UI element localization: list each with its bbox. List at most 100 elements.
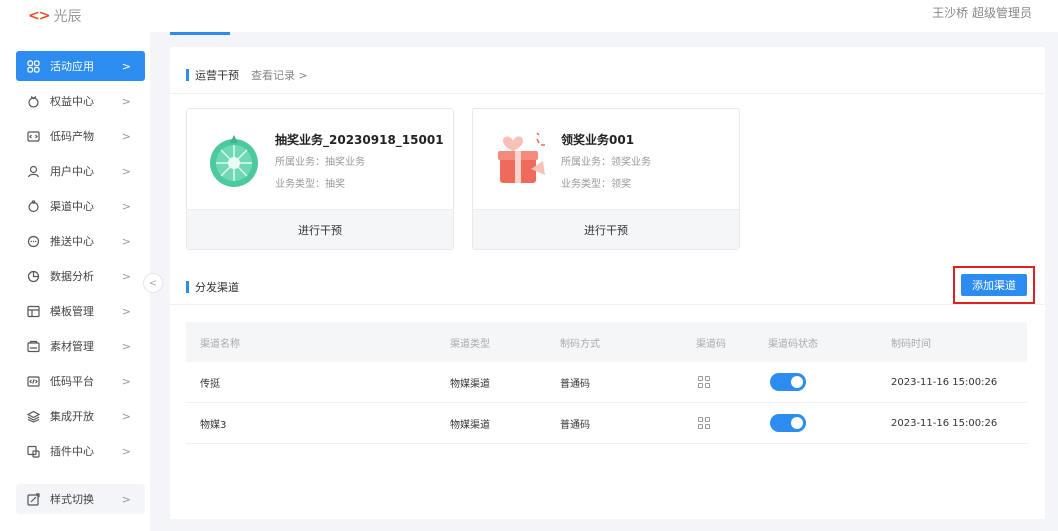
sidebar-item-label: 低码平台 [50,375,94,388]
table-header: 渠道名称 渠道类型 制码方式 渠道码 渠道码状态 制码时间 [186,322,1027,362]
sidebar-item-label: 样式切换 [50,493,94,506]
channels-title: 分发渠道 [195,281,239,294]
business-name: 领奖业务001 [561,133,635,147]
chevron-right-icon: > [121,339,131,353]
sidebar-item-label: 素材管理 [50,340,94,353]
view-records-link[interactable]: 查看记录 > [251,67,308,83]
business-type: 业务类型：领奖 [561,179,631,190]
sidebar-item-integration[interactable]: 集成开放 > [16,401,145,431]
table-row: 物媒3 物媒渠道 普通码 2023-11-16 15:00:26 [186,403,1027,444]
channel-name: 物媒3 [200,419,227,431]
code-time: 2023-11-16 15:00:26 [891,376,998,388]
logo-mark: <> [28,8,50,24]
sidebar-collapse-button[interactable]: < [143,273,163,293]
main-panel: 运营干预 查看记录 > 抽奖业务_20230918_15001 所属业务：抽奖业… [170,47,1045,519]
status-toggle[interactable] [770,403,806,443]
sidebar-item-lowcode-products[interactable]: 低码产物 > [16,121,145,151]
add-channel-button[interactable]: 添加渠道 [961,274,1027,296]
style-switch-icon [26,492,40,506]
gift-icon [26,94,40,108]
sidebar-item-label: 集成开放 [50,410,94,423]
chevron-right-icon: > [121,269,131,283]
sidebar-item-label: 活动应用 [50,60,94,73]
sidebar-item-push[interactable]: 推送中心 > [16,226,145,256]
business-card: 抽奖业务_20230918_15001 所属业务：抽奖业务 业务类型：抽奖 进行… [186,108,454,250]
material-icon [26,339,40,353]
sidebar-item-label: 用户中心 [50,165,94,178]
chevron-right-icon: > [121,199,131,213]
lottery-wheel-image [205,131,263,189]
channel-icon [26,199,40,213]
chevron-right-icon: > [121,409,131,423]
sidebar-item-lowcode-platform[interactable]: 低码平台 > [16,366,145,396]
code-icon [26,129,40,143]
logo[interactable]: <> 光辰 [28,6,81,26]
column-header: 制码时间 [891,338,931,350]
sidebar-item-benefits[interactable]: 权益中心 > [16,86,145,116]
sidebar-item-templates[interactable]: 模板管理 > [16,296,145,326]
sidebar-item-style-switch[interactable]: 样式切换 > [16,484,145,514]
template-icon [26,304,40,318]
column-header: 渠道码 [696,338,726,350]
intervene-button[interactable]: 进行干预 [473,209,739,249]
column-header: 渠道类型 [450,338,490,350]
channels-table: 渠道名称 渠道类型 制码方式 渠道码 渠道码状态 制码时间 传挺 物媒渠道 普通… [186,322,1027,444]
chevron-right-icon: > [121,304,131,318]
sidebar-item-label: 数据分析 [50,270,94,283]
gift-box-image [491,131,549,189]
user-icon [26,164,40,178]
channel-type: 物媒渠道 [450,378,490,390]
column-header: 制码方式 [560,338,600,350]
sidebar-item-label: 低码产物 [50,130,94,143]
channel-type: 物媒渠道 [450,419,490,431]
code-time: 2023-11-16 15:00:26 [891,417,998,429]
intervene-button[interactable]: 进行干预 [187,209,453,249]
business-category: 所属业务：领奖业务 [561,157,651,168]
sidebar-item-activity-apps[interactable]: 活动应用 > [16,51,145,81]
section-marker [186,69,189,81]
business-name: 抽奖业务_20230918_15001 [275,133,444,147]
chevron-right-icon: > [121,444,131,458]
chevron-right-icon: > [121,492,131,506]
chevron-right-icon: > [121,129,131,143]
qr-code-icon[interactable] [698,362,710,402]
code-method: 普通码 [560,378,590,390]
divider [170,304,1045,305]
sidebar: 活动应用 > 权益中心 > 低码产物 > 用户中心 > 渠道中心 > 推送中心 … [0,32,150,531]
sidebar-item-label: 权益中心 [50,95,94,108]
active-tab-indicator [170,32,230,35]
pie-chart-icon [26,269,40,283]
logo-text: 光辰 [53,9,82,25]
plugin-icon [26,444,40,458]
sidebar-item-label: 推送中心 [50,235,94,248]
sidebar-item-label: 渠道中心 [50,200,94,213]
chevron-right-icon: > [121,94,131,108]
sidebar-item-materials[interactable]: 素材管理 > [16,331,145,361]
sidebar-item-analytics[interactable]: 数据分析 > [16,261,145,291]
chevron-right-icon: > [121,234,131,248]
sidebar-item-users[interactable]: 用户中心 > [16,156,145,186]
sidebar-item-label: 模板管理 [50,305,94,318]
divider [170,93,1045,94]
chevron-right-icon: > [121,164,131,178]
code-platform-icon [26,374,40,388]
layers-icon [26,409,40,423]
chevron-right-icon: > [121,59,131,73]
qr-code-icon[interactable] [698,403,710,443]
channel-name: 传挺 [200,378,220,390]
ops-section-header: 运营干预 查看记录 > [186,67,308,83]
column-header: 渠道码状态 [768,338,818,350]
business-type: 业务类型：抽奖 [275,179,345,190]
channels-section-header: 分发渠道 [186,279,239,295]
message-icon [26,234,40,248]
column-header: 渠道名称 [200,338,240,350]
status-toggle[interactable] [770,362,806,402]
sidebar-item-channels[interactable]: 渠道中心 > [16,191,145,221]
code-method: 普通码 [560,419,590,431]
user-info[interactable]: 王沙桥 超级管理员 [932,4,1032,21]
business-card: 领奖业务001 所属业务：领奖业务 业务类型：领奖 进行干预 [472,108,740,250]
sidebar-item-plugins[interactable]: 插件中心 > [16,436,145,466]
business-category: 所属业务：抽奖业务 [275,157,365,168]
table-row: 传挺 物媒渠道 普通码 2023-11-16 15:00:26 [186,362,1027,403]
section-marker [186,281,189,293]
